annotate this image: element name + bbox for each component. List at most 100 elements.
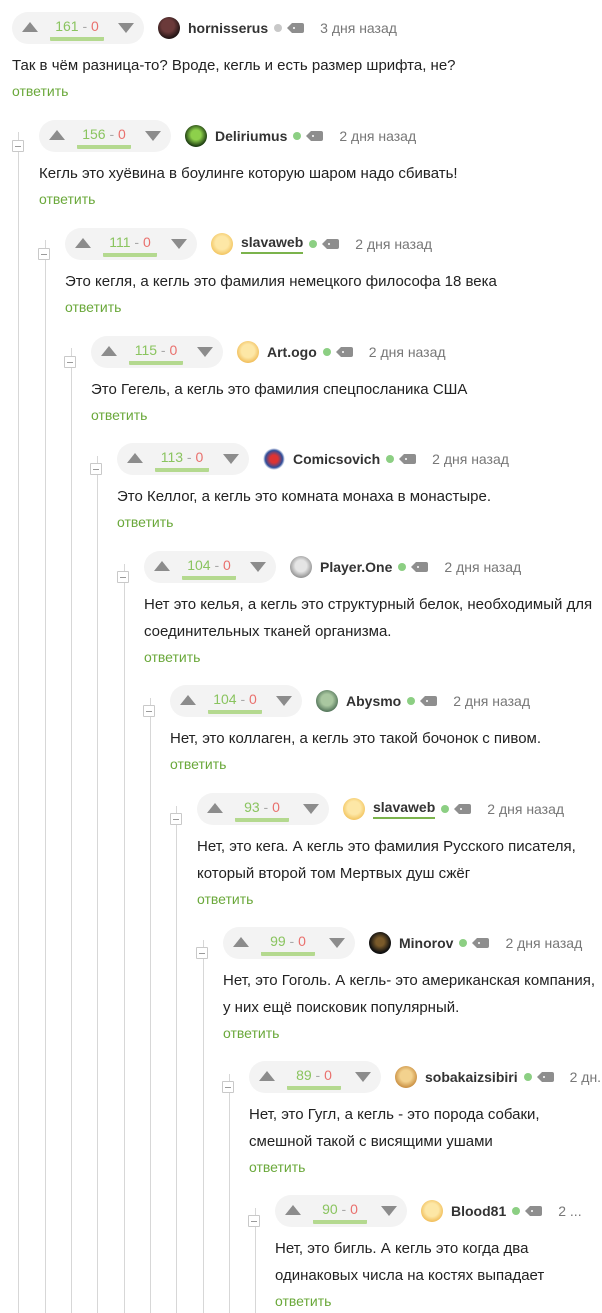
downvote-arrow-icon[interactable] [118,23,134,33]
reply-link[interactable]: ответить [65,298,121,316]
tag-icon[interactable] [472,938,490,948]
upvote-arrow-icon[interactable] [101,346,117,356]
comment-time[interactable]: 2 дня назад [355,233,432,255]
reply-link[interactable]: ответить [144,648,200,666]
upvote-arrow-icon[interactable] [22,22,38,32]
comment-time[interactable]: 2 ... [558,1200,581,1222]
tag-icon[interactable] [335,347,353,357]
collapse-toggle-icon[interactable] [12,140,24,152]
reply-link[interactable]: ответить [170,755,226,773]
user-avatar-icon[interactable] [421,1200,443,1222]
tag-icon[interactable] [525,1206,543,1216]
tag-icon[interactable] [454,804,472,814]
user-avatar-icon[interactable] [211,233,233,255]
downvote-arrow-icon[interactable] [171,239,187,249]
collapse-toggle-icon[interactable] [90,463,102,475]
author-name[interactable]: Comicsovich [293,448,380,470]
tag-icon[interactable] [306,131,324,141]
collapse-toggle-icon[interactable] [196,947,208,959]
tag-icon[interactable] [420,696,438,706]
reply-link[interactable]: ответить [249,1158,305,1176]
comment-time[interactable]: 2 дн... [570,1066,602,1088]
author-name[interactable]: Abysmo [346,690,401,712]
user-avatar-icon[interactable] [263,448,285,470]
reply-link[interactable]: ответить [12,82,68,100]
collapse-toggle-icon[interactable] [143,705,155,717]
reply-link[interactable]: ответить [39,190,95,208]
collapse-toggle-icon[interactable] [248,1215,260,1227]
user-avatar-icon[interactable] [395,1066,417,1088]
thread-line[interactable] [18,132,19,1313]
author-name[interactable]: sobakaizsibiri [425,1066,518,1088]
upvote-arrow-icon[interactable] [233,937,249,947]
comment-time[interactable]: 2 дня назад [339,125,416,147]
author-name[interactable]: Blood81 [451,1200,506,1222]
author-name[interactable]: Player.One [320,556,392,578]
tag-icon[interactable] [411,562,429,572]
rating-score: 99 - 0 [261,933,315,956]
thread-line[interactable] [97,456,98,1313]
downvote-arrow-icon[interactable] [303,804,319,814]
comment-time[interactable]: 2 дня назад [369,341,446,363]
author-name[interactable]: slavaweb [373,798,436,819]
user-avatar-icon[interactable] [343,798,365,820]
tag-icon[interactable] [399,454,417,464]
collapse-toggle-icon[interactable] [170,813,182,825]
author-name[interactable]: Deliriumus [215,125,287,147]
comment-time[interactable]: 3 дня назад [320,17,397,39]
thread-line[interactable] [150,698,151,1313]
user-avatar-icon[interactable] [185,125,207,147]
reply-link[interactable]: ответить [117,513,173,531]
user-avatar-icon[interactable] [237,341,259,363]
downvote-arrow-icon[interactable] [381,1206,397,1216]
downvote-arrow-icon[interactable] [250,562,266,572]
collapse-toggle-icon[interactable] [38,248,50,260]
author-name[interactable]: Art.ogo [267,341,317,363]
comment-time[interactable]: 2 дня назад [432,448,509,470]
user-avatar-icon[interactable] [316,690,338,712]
thread-line[interactable] [176,806,177,1313]
upvote-arrow-icon[interactable] [75,238,91,248]
collapse-toggle-icon[interactable] [64,356,76,368]
upvote-arrow-icon[interactable] [154,561,170,571]
downvote-arrow-icon[interactable] [145,131,161,141]
thread-line[interactable] [229,1074,230,1313]
upvote-arrow-icon[interactable] [285,1205,301,1215]
author-name[interactable]: slavaweb [241,233,304,254]
downvote-arrow-icon[interactable] [276,696,292,706]
thread-line[interactable] [124,564,125,1313]
upvote-arrow-icon[interactable] [49,130,65,140]
downvote-arrow-icon[interactable] [223,454,239,464]
tag-icon[interactable] [322,239,340,249]
reply-link[interactable]: ответить [91,406,147,424]
user-avatar-icon[interactable] [369,932,391,954]
user-avatar-icon[interactable] [158,17,180,39]
thread-line[interactable] [203,940,204,1313]
reply-link[interactable]: ответить [275,1292,331,1310]
upvote-arrow-icon[interactable] [259,1071,275,1081]
comment-time[interactable]: 2 дня назад [453,690,530,712]
collapse-toggle-icon[interactable] [117,571,129,583]
downvote-arrow-icon[interactable] [329,938,345,948]
collapse-toggle-icon[interactable] [222,1081,234,1093]
comment-time[interactable]: 2 дня назад [505,932,582,954]
author-name[interactable]: Minorov [399,932,453,954]
comment-text: Нет, это кега. А кегль это фамилия Русск… [197,838,576,882]
tag-icon[interactable] [287,23,305,33]
thread-line[interactable] [45,240,46,1313]
reply-link[interactable]: ответить [223,1024,279,1042]
tag-icon[interactable] [536,1072,554,1082]
comment-time[interactable]: 2 дня назад [444,556,521,578]
author-name[interactable]: hornisserus [188,17,268,39]
upvote-arrow-icon[interactable] [207,803,223,813]
thread-line[interactable] [71,348,72,1313]
reply-link[interactable]: ответить [197,890,253,908]
online-status-icon [407,697,416,705]
downvote-arrow-icon[interactable] [355,1072,371,1082]
comment: 104 - 0 Abysmo 2 дня назад Нет, это колла… [143,685,602,774]
user-avatar-icon[interactable] [290,556,312,578]
downvote-arrow-icon[interactable] [197,347,213,357]
upvote-arrow-icon[interactable] [180,695,196,705]
comment-time[interactable]: 2 дня назад [487,798,564,820]
upvote-arrow-icon[interactable] [127,453,143,463]
